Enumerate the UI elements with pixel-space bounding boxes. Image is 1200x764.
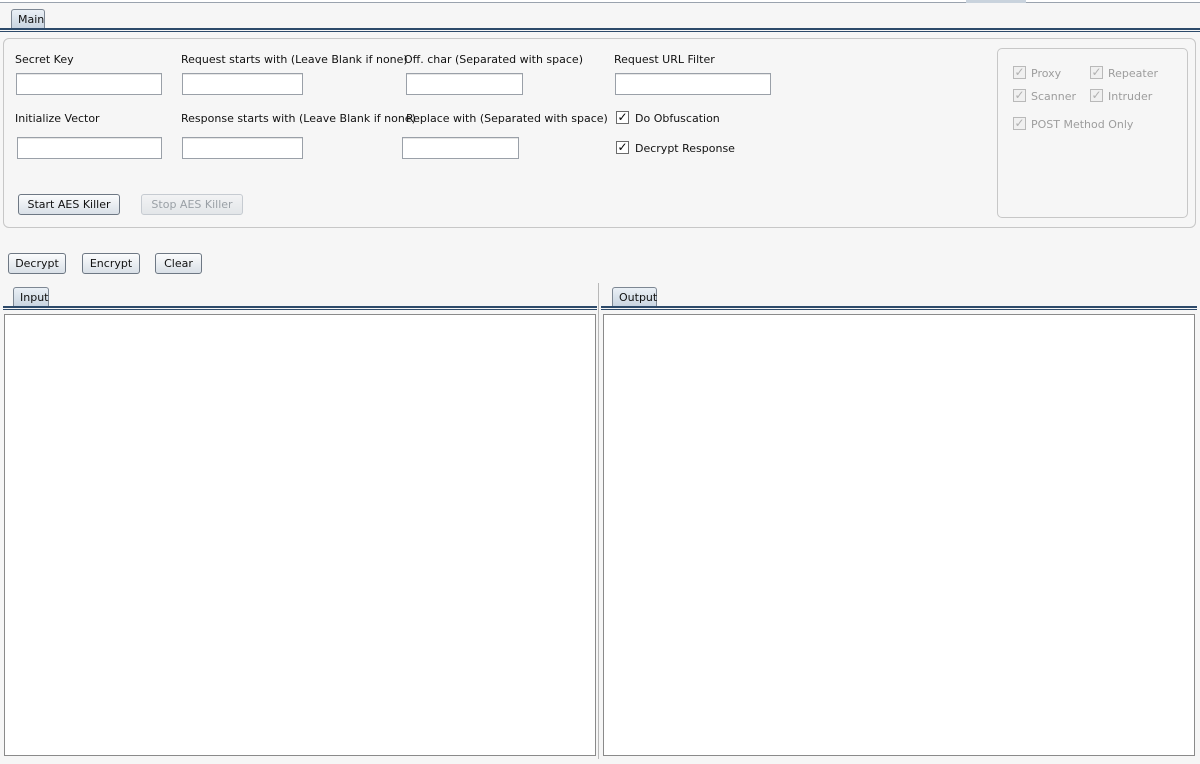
- replace-with-input[interactable]: [402, 137, 519, 159]
- tab-input[interactable]: Input: [13, 287, 49, 307]
- checkmark-icon: ✓: [1014, 65, 1025, 79]
- off-char-label: Off. char (Separated with space): [404, 53, 583, 66]
- window-top-strip: [0, 0, 1200, 3]
- tab-output[interactable]: Output: [612, 287, 657, 307]
- tool-scope-box: ✓ Proxy ✓ Repeater ✓ Scanner ✓ Intruder …: [997, 48, 1188, 218]
- post-only-label: POST Method Only: [1031, 118, 1134, 131]
- replace-with-label: Replace with (Separated with space): [406, 112, 608, 125]
- response-starts-label: Response starts with (Leave Blank if non…: [181, 112, 416, 125]
- input-tab-underline: [3, 306, 597, 310]
- tab-main[interactable]: Main: [11, 9, 45, 29]
- scanner-label: Scanner: [1031, 90, 1077, 103]
- decrypt-response-checkbox[interactable]: ✓: [616, 141, 629, 154]
- request-starts-input[interactable]: [182, 73, 303, 95]
- split-pane-divider[interactable]: [598, 283, 599, 759]
- clear-button[interactable]: Clear: [155, 253, 202, 274]
- off-char-input[interactable]: [406, 73, 523, 95]
- repeater-label: Repeater: [1108, 67, 1159, 80]
- proxy-checkbox[interactable]: ✓: [1013, 66, 1026, 79]
- decrypt-button[interactable]: Decrypt: [8, 253, 66, 274]
- secret-key-input[interactable]: [16, 73, 162, 95]
- checkmark-icon: ✓: [617, 110, 628, 124]
- proxy-label: Proxy: [1031, 67, 1062, 80]
- input-text-area[interactable]: [4, 314, 596, 756]
- intruder-checkbox[interactable]: ✓: [1090, 89, 1103, 102]
- decrypt-response-label: Decrypt Response: [635, 142, 735, 155]
- repeater-checkbox[interactable]: ✓: [1090, 66, 1103, 79]
- response-starts-input[interactable]: [182, 137, 303, 159]
- top-strip-segment: [966, 0, 1026, 3]
- request-url-filter-label: Request URL Filter: [614, 53, 715, 66]
- output-text-area[interactable]: [603, 314, 1195, 756]
- stop-aes-killer-button[interactable]: Stop AES Killer: [141, 194, 243, 215]
- do-obfuscation-label: Do Obfuscation: [635, 112, 720, 125]
- output-tab-underline: [601, 306, 1197, 310]
- main-tab-underline: [0, 28, 1200, 32]
- init-vector-label: Initialize Vector: [15, 112, 100, 125]
- checkmark-icon: ✓: [1091, 65, 1102, 79]
- checkmark-icon: ✓: [1091, 88, 1102, 102]
- checkmark-icon: ✓: [617, 140, 628, 154]
- do-obfuscation-checkbox[interactable]: ✓: [616, 111, 629, 124]
- encrypt-button[interactable]: Encrypt: [82, 253, 140, 274]
- init-vector-input[interactable]: [17, 137, 162, 159]
- scanner-checkbox[interactable]: ✓: [1013, 89, 1026, 102]
- post-only-checkbox[interactable]: ✓: [1013, 117, 1026, 130]
- request-url-filter-input[interactable]: [615, 73, 771, 95]
- checkmark-icon: ✓: [1014, 88, 1025, 102]
- secret-key-label: Secret Key: [15, 53, 74, 66]
- intruder-label: Intruder: [1108, 90, 1153, 103]
- checkmark-icon: ✓: [1014, 116, 1025, 130]
- request-starts-label: Request starts with (Leave Blank if none…: [181, 53, 408, 66]
- start-aes-killer-button[interactable]: Start AES Killer: [18, 194, 120, 215]
